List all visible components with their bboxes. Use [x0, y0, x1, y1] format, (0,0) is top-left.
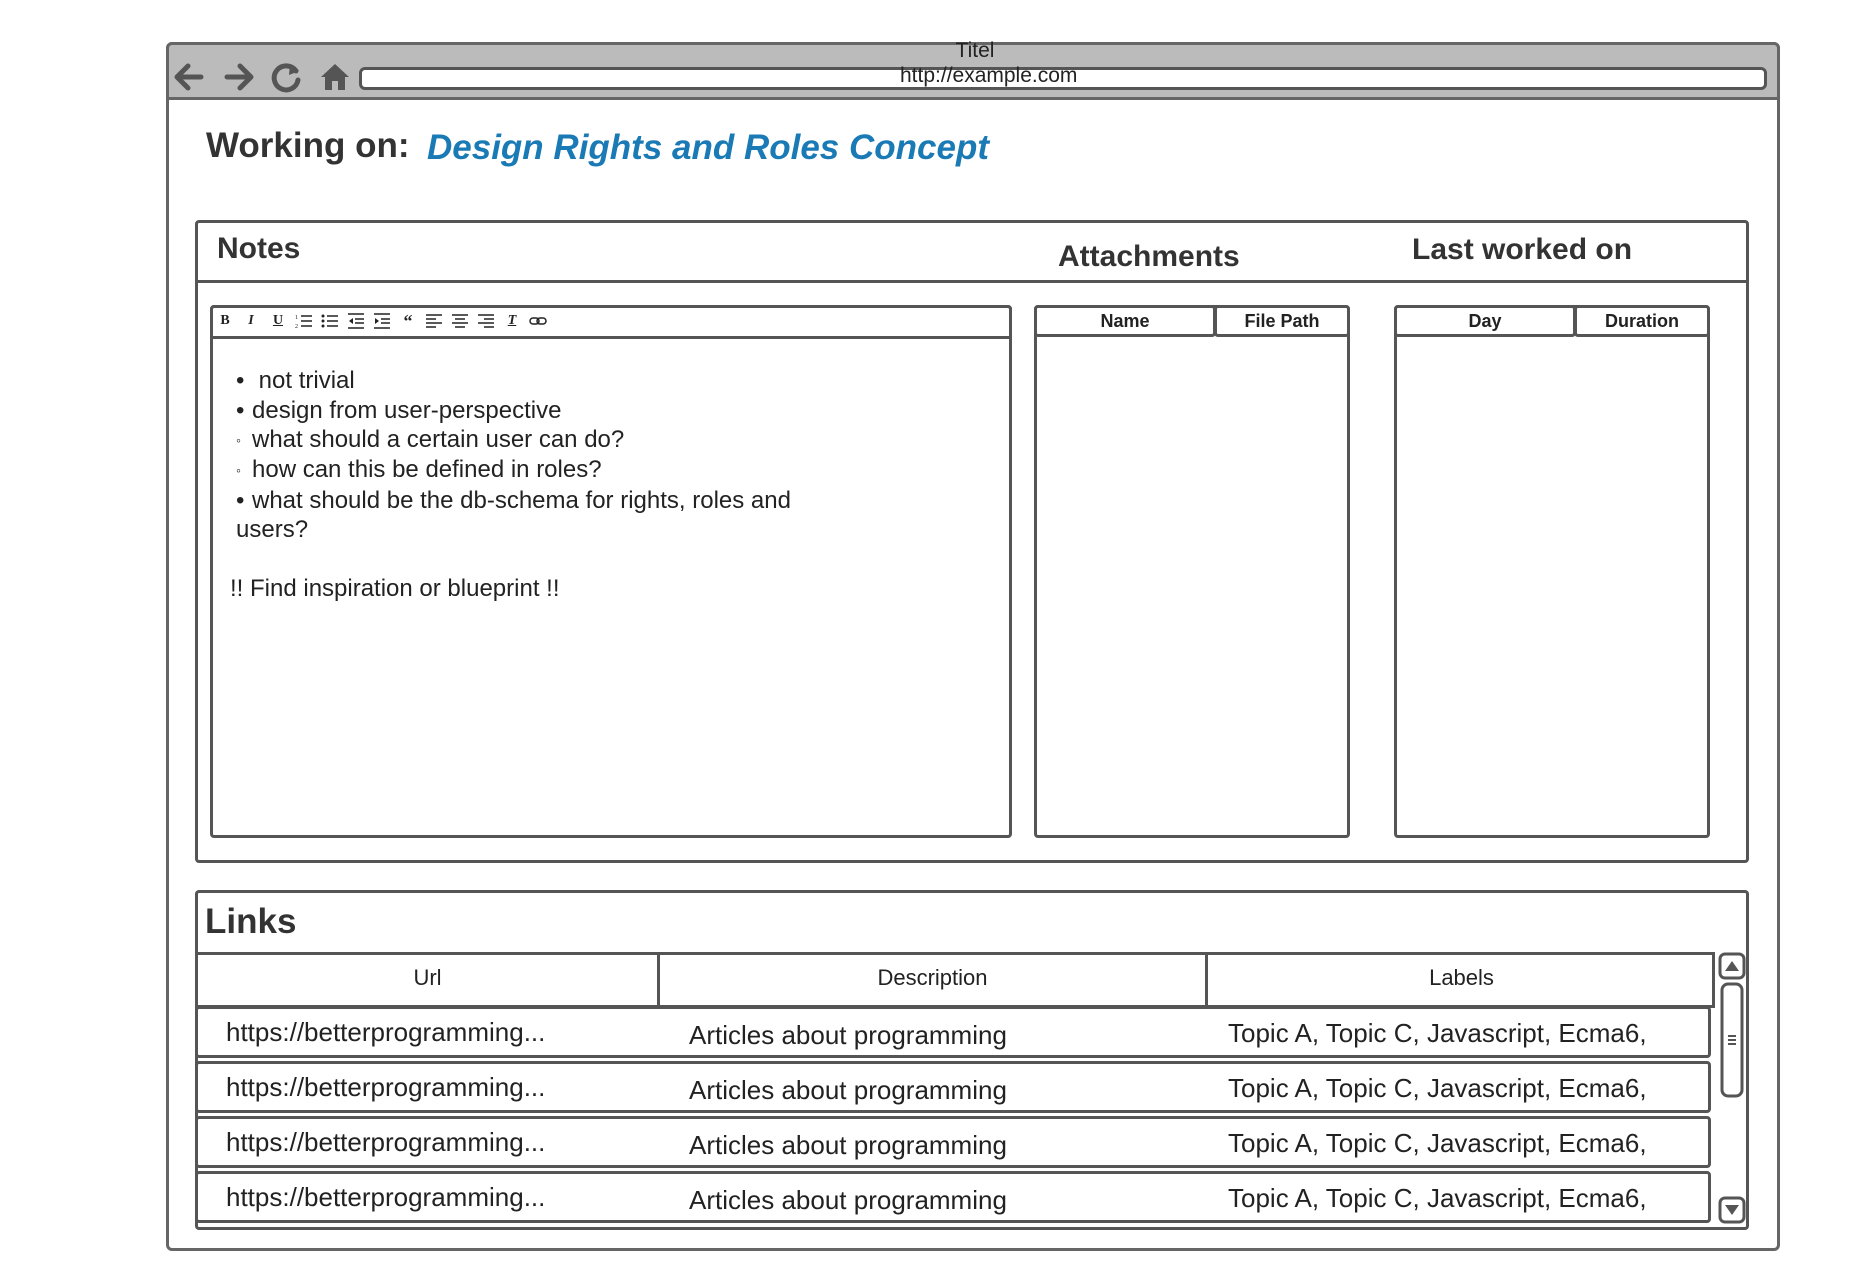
home-icon[interactable] [318, 60, 352, 94]
list-item: ◦ how can this be defined in roles? [236, 456, 602, 484]
scroll-up-icon[interactable] [1722, 952, 1742, 978]
attachments-table [1034, 305, 1350, 838]
link-description: Articles about programming [689, 1075, 1007, 1105]
note-text: not trivial [258, 367, 355, 394]
quote-icon[interactable]: “ [398, 311, 418, 331]
note-footer: !! Find inspiration or blueprint !! [230, 574, 560, 602]
window-title: Titel [955, 39, 995, 62]
link-url[interactable]: https://betterprogramming... [226, 1182, 545, 1213]
last-worked-col-duration[interactable]: Duration [1574, 305, 1710, 337]
links-col-labels[interactable]: Labels [1208, 965, 1715, 991]
link-labels: Topic A, Topic C, Javascript, Ecma6, [1228, 1183, 1647, 1213]
links-col-url[interactable]: Url [198, 965, 657, 991]
clear-format-icon[interactable]: T [502, 311, 522, 331]
note-text: what should be the db-schema for rights,… [252, 486, 791, 514]
outdent-icon[interactable] [346, 311, 366, 331]
list-item-continuation: users? [236, 515, 976, 545]
notes-panel-divider [195, 280, 1749, 283]
link-labels: Topic A, Topic C, Javascript, Ecma6, [1228, 1018, 1647, 1048]
list-item: • what should be the db-schema for rights… [236, 486, 791, 514]
note-text: what should a certain user can do? [252, 426, 625, 453]
url-text[interactable]: http://example.com [900, 64, 1260, 90]
forward-icon[interactable] [223, 60, 257, 94]
attachments-heading: Attachments [1058, 240, 1240, 273]
list-item: • not trivial [236, 367, 355, 394]
align-center-icon[interactable] [450, 311, 470, 331]
link-url[interactable]: https://betterprogramming... [226, 1072, 545, 1103]
link-labels: Topic A, Topic C, Javascript, Ecma6, [1228, 1128, 1647, 1158]
working-on-label: Working on: [206, 126, 410, 165]
italic-button[interactable]: I [241, 311, 261, 331]
link-labels: Topic A, Topic C, Javascript, Ecma6, [1228, 1073, 1647, 1103]
bullet-list-icon[interactable] [320, 311, 340, 331]
link-description: Articles about programming [689, 1020, 1007, 1050]
links-col-description[interactable]: Description [660, 965, 1205, 991]
note-text: design from user-perspective [252, 396, 562, 424]
last-worked-table [1394, 305, 1710, 838]
bold-button[interactable]: B [215, 311, 235, 331]
scroll-down-icon[interactable] [1722, 1200, 1742, 1226]
underline-button[interactable]: U [268, 311, 288, 331]
svg-text:1: 1 [295, 315, 298, 321]
links-scrollbar[interactable] [1718, 952, 1746, 1226]
back-icon[interactable] [171, 60, 205, 94]
svg-text:2: 2 [295, 324, 298, 330]
ordered-list-icon[interactable]: 12 [294, 311, 314, 331]
attachments-col-filepath[interactable]: File Path [1214, 305, 1350, 337]
link-description: Articles about programming [689, 1185, 1007, 1215]
align-left-icon[interactable] [424, 311, 444, 331]
list-item: ◦ what should a certain user can do? [236, 426, 625, 453]
link-url[interactable]: https://betterprogramming... [226, 1127, 545, 1158]
align-right-icon[interactable] [476, 311, 496, 331]
link-url[interactable]: https://betterprogramming... [226, 1017, 545, 1048]
notes-content[interactable]: • not trivial • design from user-perspect… [230, 366, 976, 603]
last-worked-heading: Last worked on [1412, 233, 1633, 266]
links-heading: Links [205, 902, 297, 941]
last-worked-col-day[interactable]: Day [1394, 305, 1576, 337]
link-description: Articles about programming [689, 1130, 1007, 1160]
link-icon[interactable] [528, 311, 548, 331]
list-item: • design from user-perspective [236, 396, 562, 424]
reload-icon[interactable] [269, 60, 303, 94]
indent-icon[interactable] [372, 311, 392, 331]
notes-heading: Notes [217, 232, 301, 265]
working-on-title[interactable]: Design Rights and Roles Concept [427, 128, 989, 168]
note-text: users? [236, 516, 309, 544]
note-text: how can this be defined in roles? [252, 456, 602, 484]
attachments-col-name[interactable]: Name [1034, 305, 1216, 337]
